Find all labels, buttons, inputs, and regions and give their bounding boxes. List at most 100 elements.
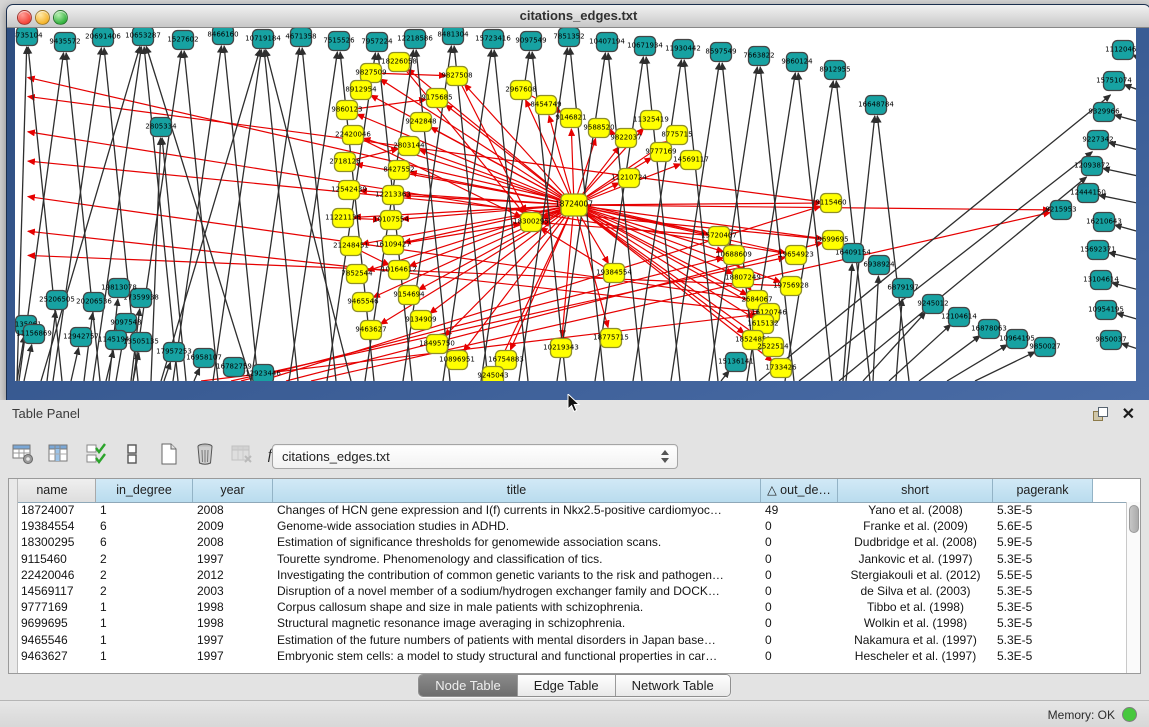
graph-node[interactable]: 2805334 — [145, 118, 177, 137]
graph-node[interactable]: 9097549 — [515, 32, 546, 51]
select-columns-icon[interactable] — [83, 442, 109, 468]
graph-node[interactable]: 19654923 — [778, 246, 814, 265]
table-row[interactable]: 1830029562008Estimation of significance … — [17, 534, 1127, 550]
table-cell: 5.5E-5 — [993, 567, 1093, 583]
graph-node[interactable]: 15751074 — [1096, 72, 1132, 91]
graph-node-label: 22420046 — [335, 131, 371, 139]
graph-node[interactable]: 10219343 — [543, 339, 579, 358]
table-row[interactable]: 1872400712008Changes of HCN gene express… — [17, 502, 1127, 518]
table-cell: Estimation of the future numbers of pati… — [273, 632, 761, 648]
vertical-scrollbar[interactable] — [1126, 502, 1140, 673]
graph-node[interactable]: 10671934 — [627, 37, 663, 56]
tab-network-table[interactable]: Network Table — [616, 675, 730, 696]
graph-node[interactable]: 9115460 — [815, 194, 846, 213]
graph-node[interactable]: 7663822 — [743, 47, 774, 66]
graph-node[interactable]: 6879197 — [887, 279, 918, 298]
column-header-indegree[interactable]: in_degree — [96, 479, 193, 502]
tab-edge-table[interactable]: Edge Table — [518, 675, 616, 696]
graph-node[interactable]: 25206505 — [39, 291, 75, 310]
graph-node[interactable]: 12218586 — [397, 30, 433, 49]
graph-node[interactable]: 6938924 — [863, 256, 895, 275]
graph-node[interactable]: 8775715 — [661, 126, 692, 145]
graph-node[interactable]: 8481304 — [437, 28, 469, 45]
graph-node[interactable]: 9227342 — [1082, 131, 1113, 150]
graph-node[interactable]: 10688609 — [716, 246, 752, 265]
graph-node[interactable]: 20206536 — [76, 293, 112, 312]
graph-node[interactable]: 9134909 — [405, 311, 436, 330]
table-row[interactable]: 946554611997Estimation of the future num… — [17, 632, 1127, 648]
graph-node[interactable]: 19756928 — [773, 277, 809, 296]
row-height-icon[interactable] — [119, 442, 145, 468]
table-row[interactable]: 1938455462009Genome-wide association stu… — [17, 518, 1127, 534]
graph-node-label: 15720407 — [701, 232, 737, 240]
graph-node[interactable]: 16648784 — [858, 96, 894, 115]
column-header-pagerank[interactable]: pagerank — [993, 479, 1093, 502]
graph-node[interactable]: 9329966 — [1088, 103, 1120, 122]
network-window-titlebar[interactable]: citations_edges.txt — [7, 5, 1149, 28]
table-row[interactable]: 977716911998Corpus callosum shape and si… — [17, 599, 1127, 615]
new-table-icon[interactable] — [10, 442, 36, 468]
graph-node[interactable]: 16210643 — [1086, 213, 1122, 232]
graph-node[interactable]: 4671358 — [285, 28, 316, 47]
graph-node[interactable]: 12542439 — [331, 181, 367, 200]
table-cell: 0 — [761, 599, 838, 615]
graph-node[interactable]: 10954195 — [1088, 301, 1124, 320]
graph-node[interactable]: 2718126 — [329, 153, 361, 172]
graph-node[interactable]: 10107554 — [373, 211, 409, 230]
column-header-year[interactable]: year — [193, 479, 273, 502]
delete-column-icon[interactable] — [192, 442, 218, 468]
graph-node[interactable]: 7852544 — [341, 265, 373, 284]
table-row[interactable]: 946362711997Embryonic stem cells: a mode… — [17, 648, 1127, 664]
table-row[interactable]: 2242004622012Investigating the contribut… — [17, 567, 1127, 583]
graph-node[interactable]: 9850037 — [1095, 331, 1126, 350]
graph-node[interactable]: 9175685 — [421, 89, 452, 108]
graph-node[interactable]: 20691406 — [85, 28, 121, 47]
column-header-title[interactable]: title — [273, 479, 761, 502]
column-header-outde[interactable]: △ out_de… — [761, 479, 838, 502]
scrollbar-thumb[interactable] — [1129, 505, 1139, 533]
graph-node[interactable]: 10407194 — [589, 33, 625, 52]
graph-node[interactable]: 9860123 — [331, 101, 362, 120]
graph-node[interactable]: 15692371 — [1080, 241, 1116, 260]
graph-node[interactable]: 10719184 — [245, 30, 281, 49]
graph-node[interactable]: 8466160 — [207, 28, 238, 45]
graph-node[interactable]: 7957224 — [361, 33, 393, 52]
graph-node[interactable]: 9465546 — [347, 293, 379, 312]
graph-node[interactable]: 13104614 — [1083, 271, 1119, 290]
graph-node[interactable]: 8912955 — [819, 61, 850, 80]
graph-node[interactable]: 9435572 — [49, 33, 80, 52]
graph-node[interactable]: 8597549 — [705, 43, 736, 62]
graph-node[interactable]: 9860124 — [781, 53, 813, 72]
graph-node[interactable]: 15720407 — [701, 227, 737, 246]
dropdown-stepper-icon — [661, 449, 670, 464]
graph-node[interactable]: 9245012 — [917, 295, 948, 314]
memory-status-icon[interactable] — [1122, 707, 1137, 722]
show-columns-icon[interactable] — [46, 442, 72, 468]
table-row[interactable]: 911546021997Tourette syndrome. Phenomeno… — [17, 551, 1127, 567]
graph-node[interactable]: 10653287 — [125, 28, 161, 46]
graph-node-label: 9097549 — [515, 37, 546, 45]
graph-node[interactable]: 8735104 — [15, 28, 43, 46]
graph-node[interactable]: 11325419 — [633, 111, 669, 130]
graph-node[interactable]: 15723416 — [475, 30, 511, 49]
graph-node[interactable]: 9822037 — [610, 129, 641, 148]
graph-node[interactable]: 11120467 — [1105, 41, 1136, 60]
graph-node[interactable]: 1527602 — [167, 31, 198, 50]
table-selector-dropdown[interactable]: citations_edges.txt — [272, 444, 678, 469]
graph-node[interactable]: 12942757 — [63, 328, 99, 347]
column-header-name[interactable]: name — [9, 479, 96, 502]
close-panel-icon[interactable]: ✕ — [1122, 404, 1135, 424]
network-canvas[interactable]: 8735104 9435572 2069140610653287 1527602 846… — [15, 28, 1136, 381]
graph-node[interactable]: 7851352 — [553, 28, 584, 47]
table-row[interactable]: 969969511998Structural magnetic resonanc… — [17, 615, 1127, 631]
float-window-icon[interactable] — [1093, 407, 1107, 421]
graph-node[interactable]: 9215953 — [1045, 201, 1076, 220]
graph-node[interactable]: 7515526 — [323, 32, 355, 51]
create-column-icon[interactable] — [156, 442, 182, 468]
graph-node[interactable]: 16109427 — [375, 236, 411, 255]
graph-node[interactable]: 11930442 — [665, 40, 701, 59]
table-row[interactable]: 1456911722003Disruption of a novel membe… — [17, 583, 1127, 599]
graph-node[interactable]: 12093872 — [1074, 157, 1110, 176]
column-header-short[interactable]: short — [838, 479, 993, 502]
tab-node-table[interactable]: Node Table — [419, 675, 518, 696]
